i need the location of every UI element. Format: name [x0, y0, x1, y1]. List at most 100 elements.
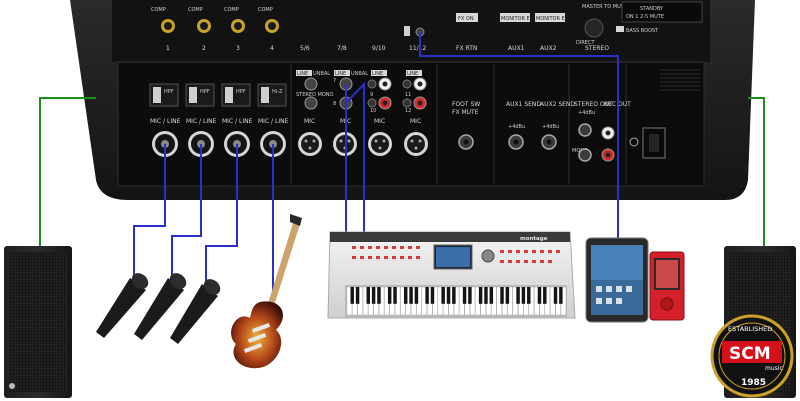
svg-text:FX ON: FX ON — [458, 16, 474, 22]
black-key — [527, 287, 531, 304]
svg-text:MIC / LINE: MIC / LINE — [150, 118, 181, 125]
logo-music: music — [765, 365, 783, 372]
channel-number-3: 3 — [236, 45, 240, 52]
xlr-jack-9[interactable] — [368, 132, 392, 156]
black-key — [430, 287, 435, 304]
svg-text:LINE: LINE — [407, 71, 418, 77]
svg-text:STANDBY: STANDBY — [640, 6, 664, 12]
svg-text:MIC: MIC — [410, 118, 421, 125]
svg-text:HPF: HPF — [200, 89, 210, 95]
svg-text:8: 8 — [333, 101, 336, 107]
black-key — [553, 287, 558, 304]
aux2-label: AUX2 — [540, 45, 557, 52]
svg-text:UNBAL: UNBAL — [351, 71, 368, 77]
black-key — [441, 287, 445, 304]
speaker-left-logo — [9, 383, 15, 389]
svg-text:MONITOR EQ: MONITOR EQ — [536, 16, 569, 22]
fx-rtn-label: FX RTN — [456, 45, 477, 52]
black-key — [425, 287, 429, 304]
mic-line-labels: MIC / LINE MIC / LINE MIC / LINE MIC / L… — [150, 118, 421, 125]
keyboard-dial — [481, 249, 495, 263]
black-key — [516, 287, 520, 304]
svg-text:MONITOR EQ: MONITOR EQ — [501, 16, 534, 22]
svg-text:BASS BOOST: BASS BOOST — [626, 28, 659, 34]
svg-text:AUX1 SEND: AUX1 SEND — [506, 101, 541, 108]
black-key — [446, 287, 451, 304]
channel-number-11-12: 11/12 — [409, 45, 426, 52]
fx-on-button[interactable]: FX ON — [456, 13, 478, 22]
svg-text:UNBAL: UNBAL — [313, 71, 330, 77]
svg-text:7: 7 — [333, 78, 336, 84]
channel-number-1: 1 — [166, 45, 170, 52]
svg-text:11: 11 — [405, 92, 411, 98]
svg-text:LINE: LINE — [335, 71, 346, 77]
scm-music-logo: ESTABLISHED SCM music 1985 — [710, 314, 794, 398]
hpf-switch-4[interactable] — [261, 87, 269, 103]
comp-label-2: COMP — [188, 7, 203, 13]
black-key — [543, 287, 547, 304]
channel-number-2: 2 — [202, 45, 206, 52]
black-key — [371, 287, 376, 304]
electric-guitar — [231, 214, 302, 369]
keyboard-brand: montage — [520, 236, 548, 242]
svg-text:STEREO MONO: STEREO MONO — [296, 92, 334, 98]
svg-text:MIC: MIC — [374, 118, 385, 125]
standby-switch[interactable]: STANDBY ON 1 2-5 MUTE — [621, 1, 703, 23]
svg-text:FX MUTE: FX MUTE — [452, 109, 479, 116]
black-key — [355, 287, 360, 304]
svg-text:LINE: LINE — [297, 71, 308, 77]
xlr-jack-5[interactable] — [298, 132, 322, 156]
aux1-label: AUX1 — [508, 45, 525, 52]
svg-text:9: 9 — [370, 92, 373, 98]
tablet — [585, 237, 649, 323]
black-key — [414, 287, 419, 304]
hpf-switch-3[interactable] — [225, 87, 233, 103]
monitor-eq-button-1[interactable]: MONITOR EQ — [500, 13, 534, 22]
stereo-label: STEREO — [585, 45, 609, 52]
channel-number-4: 4 — [270, 45, 274, 52]
channel-number-9-10: 9/10 — [372, 45, 386, 52]
svg-text:MIC / LINE: MIC / LINE — [222, 118, 253, 125]
xlr-jack-11[interactable] — [404, 132, 428, 156]
comp-label-3: COMP — [224, 7, 239, 13]
black-key — [505, 287, 510, 304]
svg-text:HPF: HPF — [236, 89, 246, 95]
mixer-connection-diagram: COMP COMP COMP COMP 1 2 3 4 5/6 7/8 9/10… — [4, 0, 796, 398]
black-key — [403, 287, 408, 304]
black-key — [462, 287, 467, 304]
music-player — [649, 251, 685, 321]
logo-year: 1985 — [741, 378, 766, 388]
hpf-switch-1[interactable] — [153, 87, 161, 103]
black-key — [393, 287, 397, 304]
svg-text:FOOT SW: FOOT SW — [452, 101, 480, 108]
black-key — [489, 287, 494, 304]
black-key — [478, 287, 483, 304]
comp-label-4: COMP — [258, 7, 273, 13]
svg-text:AUX2 SEND: AUX2 SEND — [540, 101, 575, 108]
svg-text:12: 12 — [405, 108, 411, 114]
svg-text:+4dBu: +4dBu — [578, 110, 595, 116]
black-key — [468, 287, 472, 304]
black-key — [500, 287, 504, 304]
svg-text:ON 1 2-5 MUTE: ON 1 2-5 MUTE — [626, 14, 664, 20]
black-key — [559, 287, 563, 304]
svg-text:10: 10 — [370, 108, 376, 114]
speaker-left — [4, 246, 72, 398]
svg-text:MIC / LINE: MIC / LINE — [186, 118, 217, 125]
speaker-cable-right — [748, 97, 765, 248]
black-key — [350, 287, 354, 304]
black-key — [387, 287, 392, 304]
svg-text:HPF: HPF — [164, 89, 174, 95]
black-key — [452, 287, 456, 304]
black-key — [537, 287, 542, 304]
comp-label-1: COMP — [151, 7, 166, 13]
keyboard-synth: montage — [327, 231, 576, 319]
monitor-eq-button-2[interactable]: MONITOR EQ — [535, 13, 569, 22]
svg-text:LINE: LINE — [372, 71, 383, 77]
logo-scm: SCM — [729, 344, 771, 364]
svg-text:MIC: MIC — [304, 118, 315, 125]
black-key — [409, 287, 413, 304]
black-key — [521, 287, 526, 304]
svg-text:+4dBu: +4dBu — [542, 124, 559, 130]
hpf-switch-2[interactable] — [189, 87, 197, 103]
